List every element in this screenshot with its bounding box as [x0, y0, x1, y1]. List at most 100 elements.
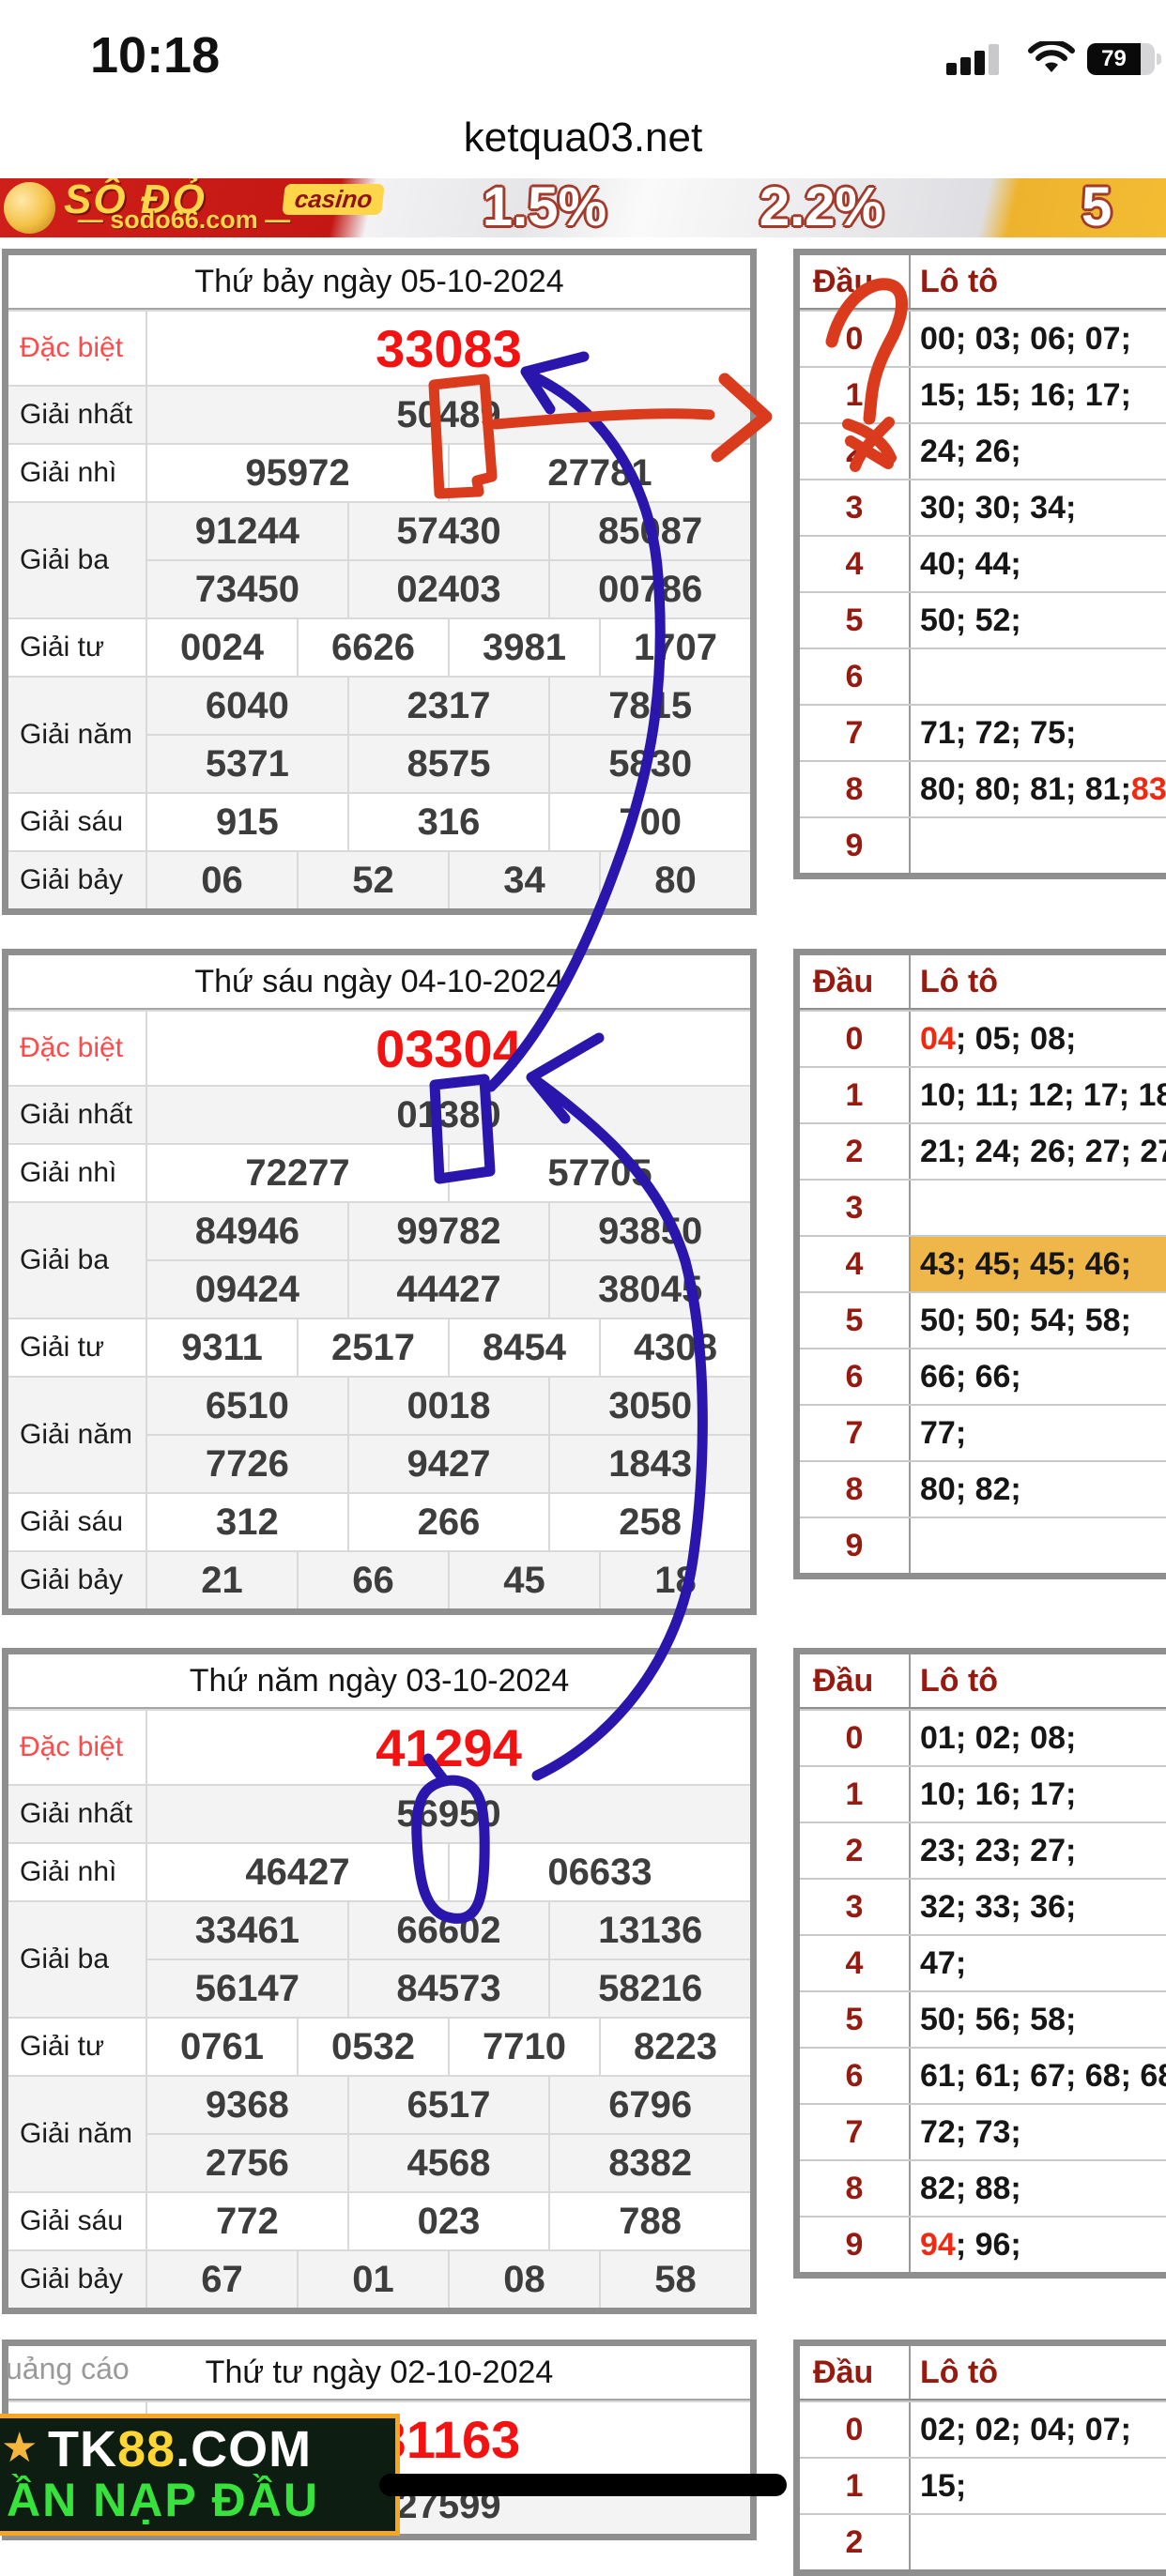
- tk88-ad-banner[interactable]: ★ TK88.COM ẦN NẠP ĐẦU: [0, 2414, 400, 2536]
- loto-row: 001; 02; 08;: [800, 1709, 1166, 1765]
- prize-label-second: Giải nhì: [8, 445, 147, 501]
- home-indicator[interactable]: [379, 2474, 787, 2496]
- prize-value: 8575: [347, 736, 549, 792]
- prize-value: 3050: [548, 1378, 750, 1434]
- loto-numbers: [911, 1518, 1166, 1573]
- casino-banner-ad[interactable]: SÔ ĐỎ casino — sodo66.com — 1.5% 2.2% 5: [0, 178, 1166, 237]
- prize-value: 4308: [599, 1319, 750, 1376]
- prize-label-third: Giải ba: [8, 1902, 147, 2017]
- loto-row: 550; 50; 54; 58;: [800, 1291, 1166, 1348]
- loto-row: 9: [800, 1517, 1166, 1573]
- loto-numbers: 23; 23; 27;: [911, 1823, 1166, 1878]
- prize-row-third: Giải ba849469978293850094244442738045: [8, 1201, 750, 1318]
- prize-value: 8382: [548, 2135, 750, 2191]
- loto-digit: 2: [800, 1124, 911, 1179]
- prize-value: 52: [297, 852, 448, 908]
- prize-value-line: 50489: [147, 387, 750, 443]
- ad-site-segment: TK: [48, 2421, 117, 2477]
- prize-value-line: 651000183050: [147, 1378, 750, 1434]
- loto-table: ĐầuLô tô000; 03; 06; 07;115; 15; 16; 17;…: [793, 249, 1166, 879]
- banner-rate-3: 5: [1082, 178, 1166, 237]
- prize-value: 06: [147, 852, 297, 908]
- prize-values: 03304: [147, 1012, 750, 1085]
- prize-label-first: Giải nhất: [8, 1087, 147, 1143]
- prize-label-first: Giải nhất: [8, 1786, 147, 1842]
- battery-percent: 79: [1087, 43, 1141, 75]
- prize-value: 45: [448, 1552, 599, 1608]
- loto-row: 880; 82;: [800, 1460, 1166, 1517]
- loto-row: 2: [800, 2513, 1166, 2569]
- prize-value: 01380: [147, 1087, 750, 1143]
- prize-value: 6510: [147, 1378, 347, 1434]
- prize-value: 06633: [448, 1844, 750, 1900]
- loto-row: 880; 80; 81; 81; 83;: [800, 760, 1166, 816]
- prize-label-special: Đặc biệt: [8, 1012, 147, 1085]
- prize-value: 6626: [297, 619, 448, 676]
- prize-value-line: 561478457358216: [147, 1959, 750, 2017]
- prize-value: 772: [147, 2193, 347, 2249]
- loto-row: 115; 15; 16; 17;: [800, 366, 1166, 422]
- prize-value: 91244: [147, 503, 347, 559]
- loto-numbers: 50; 56; 58;: [911, 1992, 1166, 2047]
- loto-number: 47;: [920, 1945, 966, 1982]
- prize-value: 46427: [147, 1844, 448, 1900]
- prize-value: 00786: [548, 561, 750, 617]
- prize-value: 8454: [448, 1319, 599, 1376]
- loto-row: 550; 52;: [800, 591, 1166, 648]
- loto-digit: 3: [800, 1181, 911, 1235]
- prize-label-sixth: Giải sáu: [8, 794, 147, 850]
- prize-row-special: Đặc biệt03304: [8, 1010, 750, 1085]
- prize-label-third: Giải ba: [8, 1203, 147, 1318]
- loto-row: 330; 30; 34;: [800, 479, 1166, 535]
- prize-label-third: Giải ba: [8, 503, 147, 617]
- prize-row-sixth: Giải sáu312266258: [8, 1492, 750, 1550]
- loto-row: 443; 45; 45; 46;: [800, 1235, 1166, 1291]
- prize-value: 95972: [147, 445, 448, 501]
- prize-value-line: 9597227781: [147, 445, 750, 501]
- loto-number: 50; 56; 58;: [920, 2002, 1076, 2038]
- prize-value: 0761: [147, 2019, 297, 2075]
- prize-value: 3981: [448, 619, 599, 676]
- prize-value: 5371: [147, 736, 347, 792]
- prize-value: 33461: [147, 1902, 347, 1959]
- loto-digit: 9: [800, 1518, 911, 1573]
- prize-values: 849469978293850094244442738045: [147, 1203, 750, 1318]
- loto-number: 10; 16; 17;: [920, 1776, 1076, 1813]
- prize-value: 0024: [147, 619, 297, 676]
- prize-label-seventh: Giải bảy: [8, 2251, 147, 2308]
- prize-row-first: Giải nhất56950: [8, 1784, 750, 1842]
- prize-value: 915: [147, 794, 347, 850]
- prize-values: 41294: [147, 1711, 750, 1784]
- loto-digit: 5: [800, 593, 911, 648]
- prize-values: 50489: [147, 387, 750, 443]
- prize-row-second: Giải nhì9597227781: [8, 443, 750, 501]
- banner-rate-2: 2.2%: [718, 178, 925, 237]
- prize-value: 2317: [347, 678, 549, 734]
- prize-row-fifth: Giải năm604023177815537185755830: [8, 676, 750, 792]
- prize-value-line: 912445743085087: [147, 503, 750, 559]
- prize-value: 4568: [347, 2135, 549, 2191]
- prize-value: 27781: [448, 445, 750, 501]
- loto-numbers: 72; 73;: [911, 2105, 1166, 2159]
- loto-digit: 0: [800, 1012, 911, 1066]
- loto-row: 882; 88;: [800, 2159, 1166, 2216]
- loto-numbers: 00; 03; 06; 07;: [911, 312, 1166, 366]
- loto-numbers: 77;: [911, 1406, 1166, 1460]
- prize-label-fifth: Giải năm: [8, 678, 147, 792]
- table-date: Thứ sáu ngày 04-10-2024: [8, 955, 750, 1010]
- loto-number: 40; 44;: [920, 546, 1021, 583]
- prize-row-fourth: Giải tư0024662639811707: [8, 617, 750, 676]
- prize-value: 56147: [147, 1960, 347, 2017]
- prize-values: 9311251784544308: [147, 1319, 750, 1376]
- prize-value-line: 537185755830: [147, 734, 750, 792]
- prize-value: 57705: [448, 1145, 750, 1201]
- prize-label-second: Giải nhì: [8, 1145, 147, 1201]
- prize-row-third: Giải ba912445743085087734500240300786: [8, 501, 750, 617]
- prize-value: 33083: [147, 312, 750, 385]
- loto-number: 30; 30; 34;: [920, 490, 1076, 526]
- loto-numbers: [911, 818, 1166, 873]
- loto-numbers: 80; 80; 81; 81; 83;: [911, 762, 1166, 816]
- loto-row: 110; 16; 17;: [800, 1765, 1166, 1821]
- loto-digit: 6: [800, 1349, 911, 1404]
- prize-row-sixth: Giải sáu915316700: [8, 792, 750, 850]
